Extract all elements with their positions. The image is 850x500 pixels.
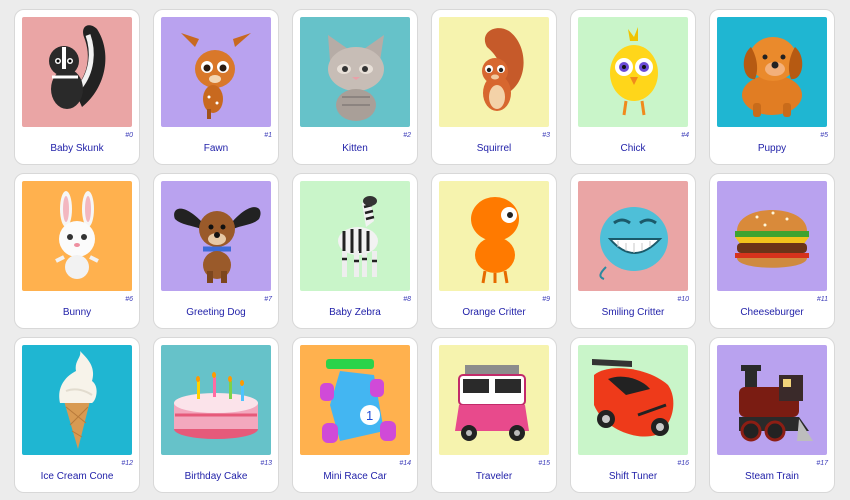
item-label: Mini Race Car (323, 471, 387, 482)
fawn-icon (161, 17, 271, 127)
item-label: Baby Skunk (50, 143, 104, 154)
item-label: Birthday Cake (184, 471, 248, 482)
thumbnail (439, 181, 549, 291)
item-label: Smiling Critter (601, 307, 665, 318)
race-car-icon: 1 (300, 345, 410, 455)
ice-cream-icon (22, 345, 132, 455)
item-index: #10 (677, 296, 689, 303)
thumbnail (161, 181, 271, 291)
item-label: Baby Zebra (329, 307, 381, 318)
thumbnail (22, 17, 132, 127)
item-index: #17 (816, 460, 828, 467)
thumbnail (717, 181, 827, 291)
item-label: Greeting Dog (186, 307, 246, 318)
thumbnail (717, 17, 827, 127)
model-card[interactable]: #4 Chick (570, 9, 696, 165)
item-index: #13 (260, 460, 272, 467)
item-label: Bunny (62, 307, 92, 318)
svg-text:1: 1 (366, 408, 373, 423)
model-card[interactable]: #12 Ice Cream Cone (14, 337, 140, 493)
thumbnail (439, 345, 549, 455)
thumbnail (717, 345, 827, 455)
item-index: #5 (820, 132, 828, 139)
item-label: Chick (620, 143, 646, 154)
model-card[interactable]: #5 Puppy (709, 9, 835, 165)
model-card[interactable]: #11 Cheeseburger (709, 173, 835, 329)
model-card[interactable]: #3 Squirrel (431, 9, 557, 165)
smiling-critter-icon (578, 181, 688, 291)
item-index: #16 (677, 460, 689, 467)
model-card[interactable]: #16 Shift Tuner (570, 337, 696, 493)
item-index: #11 (816, 296, 828, 303)
thumbnail (578, 345, 688, 455)
thumbnail (578, 181, 688, 291)
item-index: #1 (264, 132, 272, 139)
thumbnail (578, 17, 688, 127)
thumbnail (22, 181, 132, 291)
zebra-icon (300, 181, 410, 291)
thumbnail (439, 17, 549, 127)
thumbnail: 1 (300, 345, 410, 455)
thumbnail (161, 345, 271, 455)
van-icon (439, 345, 549, 455)
item-label: Orange Critter (462, 307, 526, 318)
model-card[interactable]: #1 Fawn (153, 9, 279, 165)
item-label: Kitten (342, 143, 368, 154)
item-index: #14 (399, 460, 411, 467)
skunk-icon (22, 17, 132, 127)
item-label: Ice Cream Cone (40, 471, 114, 482)
chick-icon (578, 17, 688, 127)
model-card[interactable]: #17 Steam Train (709, 337, 835, 493)
puppy-icon (717, 17, 827, 127)
item-label: Puppy (757, 143, 787, 154)
item-label: Cheeseburger (740, 307, 804, 318)
thumbnail (300, 181, 410, 291)
model-card[interactable]: #13 Birthday Cake (153, 337, 279, 493)
squirrel-icon (439, 17, 549, 127)
thumbnail (22, 345, 132, 455)
item-index: #3 (542, 132, 550, 139)
item-label: Shift Tuner (608, 471, 658, 482)
thumbnail (161, 17, 271, 127)
model-card[interactable]: #10 Smiling Critter (570, 173, 696, 329)
item-label: Traveler (475, 471, 513, 482)
item-index: #4 (681, 132, 689, 139)
item-label: Squirrel (476, 143, 512, 154)
dog-icon (161, 181, 271, 291)
item-index: #7 (264, 296, 272, 303)
orange-critter-icon (439, 181, 549, 291)
item-index: #0 (125, 132, 133, 139)
thumbnail (300, 17, 410, 127)
item-label: Fawn (203, 143, 229, 154)
cheeseburger-icon (717, 181, 827, 291)
item-index: #15 (538, 460, 550, 467)
item-index: #6 (125, 296, 133, 303)
model-card[interactable]: #7 Greeting Dog (153, 173, 279, 329)
model-card[interactable]: #9 Orange Critter (431, 173, 557, 329)
model-card[interactable]: #15 Traveler (431, 337, 557, 493)
cake-icon (161, 345, 271, 455)
model-card[interactable]: #8 Baby Zebra (292, 173, 418, 329)
model-card[interactable]: 1 #14 Mini Race Car (292, 337, 418, 493)
item-index: #9 (542, 296, 550, 303)
item-index: #8 (403, 296, 411, 303)
item-index: #2 (403, 132, 411, 139)
model-card[interactable]: #2 Kitten (292, 9, 418, 165)
item-index: #12 (121, 460, 133, 467)
model-gallery-grid: #0 Baby Skunk #1 Fawn #2 Kitten #3 Squir… (0, 0, 850, 500)
model-card[interactable]: #0 Baby Skunk (14, 9, 140, 165)
model-card[interactable]: #6 Bunny (14, 173, 140, 329)
bunny-icon (22, 181, 132, 291)
kitten-icon (300, 17, 410, 127)
train-icon (717, 345, 827, 455)
item-label: Steam Train (745, 471, 799, 482)
sports-car-icon (578, 345, 688, 455)
